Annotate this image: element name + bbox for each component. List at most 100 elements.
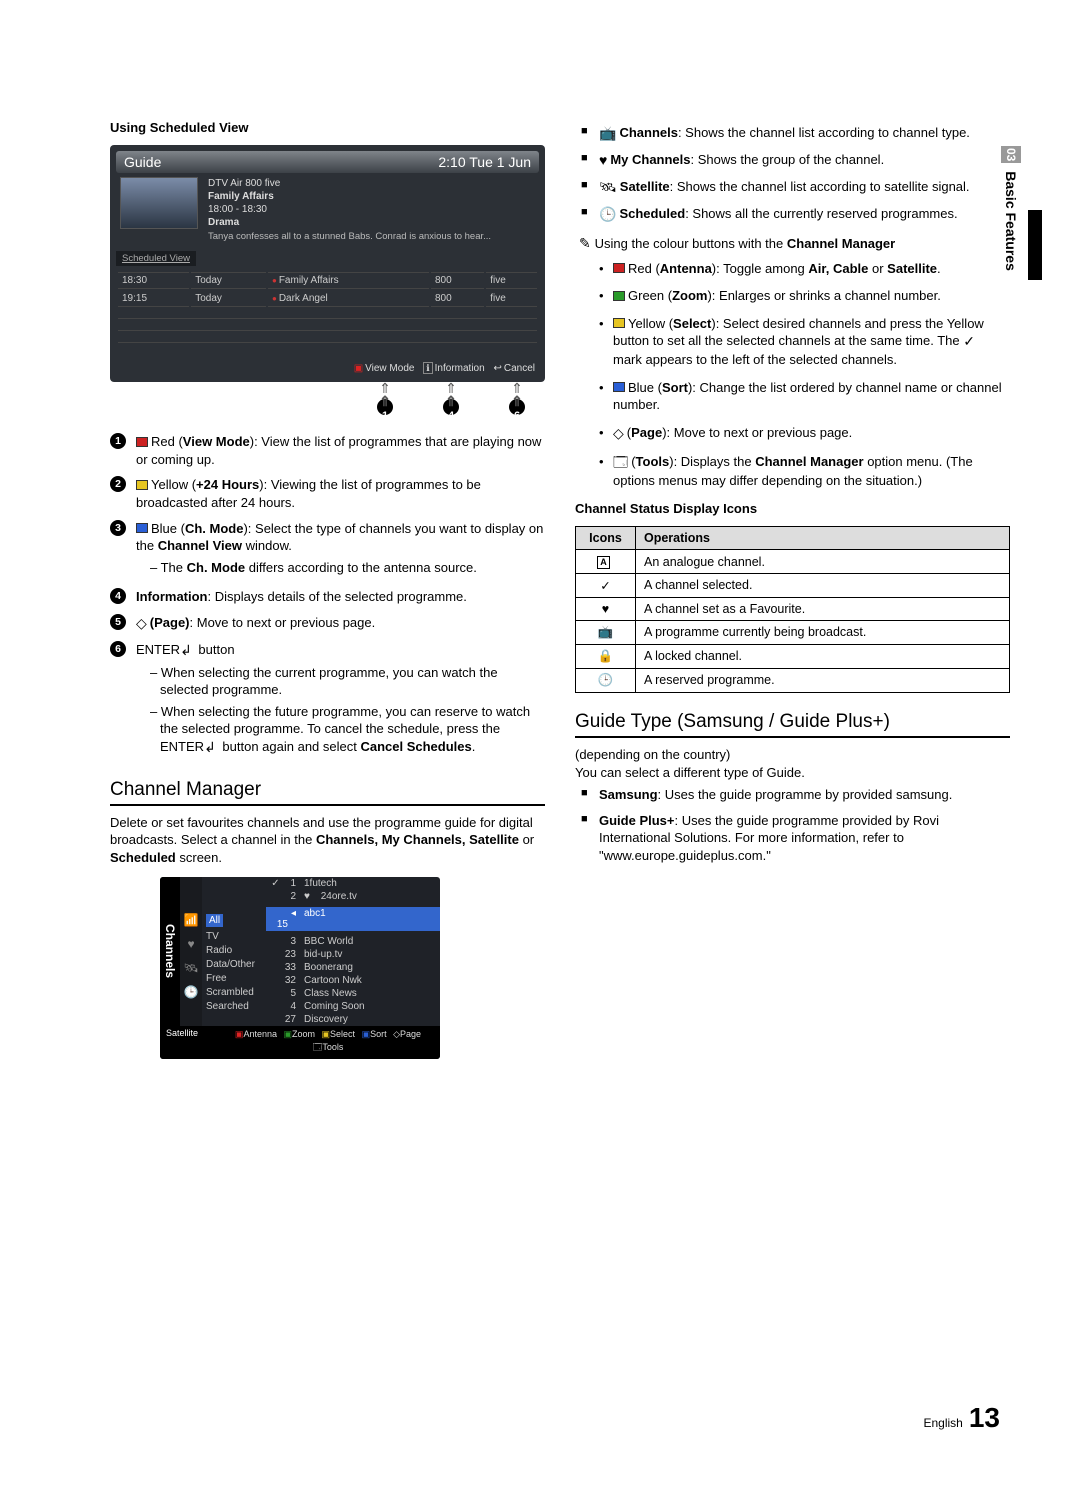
left-column: Using Scheduled View Guide 2:10 Tue 1 Ju… [110,120,545,1059]
hand-note: Using the colour buttons with the Channe… [579,234,1010,254]
lock-icon: 🔒 [598,649,614,663]
analogue-icon: A [597,556,610,569]
cm-side-label: Channels [160,877,180,1026]
page-footer: English 13 [923,1402,1000,1434]
guide-footer: View Mode Information Cancel [116,345,539,376]
status-icons-title: Channel Status Display Icons [575,501,1010,516]
heart-icon: ♥ [187,937,194,951]
gt-p2: You can select a different type of Guide… [575,764,1010,782]
check-icon: ✓ [963,333,975,349]
item-6-sub2: When selecting the future programme, you… [150,703,545,757]
guide-titlebar: Guide 2:10 Tue 1 Jun [116,151,539,173]
square-bullet-list: 📺Channels: Shows the channel list accord… [575,124,1010,224]
satellite-icon: 🛰 [599,179,617,195]
item-3-sub: The Ch. Mode differs according to the an… [150,559,545,577]
sq-scheduled: 🕒Scheduled: Shows all the currently rese… [575,205,1010,224]
guide-screenshot: Guide 2:10 Tue 1 Jun DTV Air 800 five Fa… [110,145,545,382]
satellite-icon: 🛰 [183,961,198,975]
using-scheduled-view-title: Using Scheduled View [110,120,545,135]
item-6: 6 ENTER↲ button When selecting the curre… [110,641,545,761]
dot-yellow: Yellow (Select): Select desired channels… [599,315,1010,369]
guide-thumbnail [120,177,198,229]
footer-lang: English [923,1416,962,1430]
guide-meta-2: Family Affairs [208,191,274,202]
item-1: 1 Red (View Mode): View the list of prog… [110,433,545,468]
sq-satellite: 🛰Satellite: Shows the channel list accor… [575,178,1010,197]
guide-type-heading: Guide Type (Samsung / Guide Plus+) [575,711,1010,738]
enter-icon: ↲ [180,642,192,658]
item-4: 4 Information: Displays details of the s… [110,588,545,606]
enter-icon: ↲ [204,739,216,755]
side-stripe [1028,210,1042,280]
guide-type-list: Samsung: Uses the guide programme by pro… [575,786,1010,864]
callout-4: 4 [443,399,459,415]
guide-title: Guide [124,154,161,170]
red-square-icon [613,263,625,273]
cm-icon-column: 📶 ♥ 🛰 🕒 [180,877,202,1026]
cm-channel-list: 11futech 224ore.tv ◂ 15abc1 3BBC World 2… [266,877,440,1026]
dot-blue: Blue (Sort): Change the list ordered by … [599,379,1010,414]
gt-samsung: Samsung: Uses the guide programme by pro… [575,786,1010,804]
item-2: 2 Yellow (+24 Hours): Viewing the list o… [110,476,545,511]
guide-table: 18:30 Today Family Affairs 800 five 19:1… [116,270,539,345]
guide-time: 2:10 Tue 1 Jun [438,154,531,170]
guide-row: 19:15 Today Dark Angel 800 five [118,291,537,307]
red-square-icon [136,437,148,447]
yellow-square-icon [136,480,148,490]
dot-page: ◇(Page): Move to next or previous page. [599,424,1010,443]
cm-row-selected: ◂ 15abc1 [266,907,440,931]
status-th-ops: Operations [636,527,1010,550]
dot-tools: 🗔(Tools): Displays the Channel Manager o… [599,453,1010,490]
guide-synopsis: Tanya confesses all to a stunned Babs. C… [208,231,491,243]
broadcast-icon: 📺 [598,625,614,639]
check-icon: ✓ [600,579,610,593]
reserved-icon: 🕒 [598,673,614,687]
cm-filter-list: All TV Radio Data/Other Free Scrambled S… [202,877,266,1026]
colour-button-list: Red (Antenna): Toggle among Air, Cable o… [599,260,1010,490]
heart-icon: ♥ [599,152,607,168]
guide-meta-4: Drama [208,217,239,228]
blue-square-icon [613,382,625,392]
numbered-list: 1 Red (View Mode): View the list of prog… [110,433,545,761]
status-th-icons: Icons [576,527,636,550]
guide-footer-cancel: Cancel [493,363,535,374]
guide-meta-3: 18:00 - 18:30 [208,203,491,216]
tools-icon: 🗔 [613,454,628,470]
scheduled-view-tab: Scheduled View [116,251,196,266]
updown-icon: ◇ [613,425,624,441]
cm-satellite-tab: Satellite [160,1026,216,1059]
item-3: 3 Blue (Ch. Mode): Select the type of ch… [110,520,545,581]
guide-row: 18:30 Today Family Affairs 800 five [118,272,537,289]
guide-footer-info: Information [423,363,484,374]
item-5: 5 ◇(Page): Move to next or previous page… [110,614,545,633]
updown-icon: ◇ [136,615,147,631]
gt-guideplus: Guide Plus+: Uses the guide programme pr… [575,812,1010,865]
antenna-icon: 📶 [184,913,199,927]
channel-manager-screenshot: Channels 📶 ♥ 🛰 🕒 All TV Radio Data/Other… [160,877,440,1059]
gt-p1: (depending on the country) [575,746,1010,764]
dot-green: Green (Zoom): Enlarges or shrinks a chan… [599,287,1010,305]
clock-icon: 🕒 [184,985,199,999]
green-square-icon [613,291,625,301]
status-table: IconsOperations AAn analogue channel. ✓A… [575,526,1010,692]
cm-filter-all: All [206,914,223,927]
cm-footer: Antenna Zoom Select Sort Page Tools [216,1026,440,1059]
channel-manager-heading: Channel Manager [110,779,545,806]
callout-1: 1 [377,399,393,415]
sq-mychannels: ♥My Channels: Shows the group of the cha… [575,151,1010,170]
footer-page: 13 [969,1402,1000,1434]
callout-6: 6 [509,399,525,415]
guide-footer-viewmode: View Mode [354,363,415,374]
cm-para: Delete or set favourites channels and us… [110,814,545,867]
sq-channels: 📺Channels: Shows the channel list accord… [575,124,1010,143]
item-6-sub1: When selecting the current programme, yo… [150,664,545,699]
right-column: 📺Channels: Shows the channel list accord… [575,120,1010,1059]
yellow-square-icon [613,318,625,328]
guide-meta-1: DTV Air 800 five [208,177,491,190]
clock-icon: 🕒 [599,206,616,222]
heart-icon: ♥ [602,602,609,616]
blue-square-icon [136,523,148,533]
dot-red: Red (Antenna): Toggle among Air, Cable o… [599,260,1010,278]
callout-row: 1 4 6 [110,380,545,415]
guide-meta: DTV Air 800 five Family Affairs 18:00 - … [208,177,491,243]
